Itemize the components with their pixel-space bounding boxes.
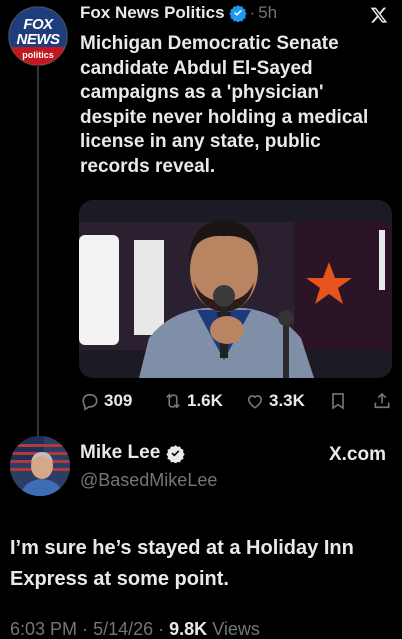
fox-logo-subtext: politics	[9, 47, 67, 65]
like-button[interactable]: 3.3K	[245, 391, 305, 411]
heart-icon	[247, 395, 263, 409]
reply-button[interactable]: 309	[80, 391, 132, 411]
tweet-photo[interactable]	[79, 200, 392, 378]
repost-count: 1.6K	[187, 391, 223, 410]
views-label: Views	[212, 619, 260, 639]
quoted-tweet-header: Fox News Politics · 5h	[80, 4, 277, 22]
user-handle[interactable]: @BasedMikeLee	[80, 470, 217, 491]
fox-news-avatar[interactable]: FOX NEWS politics	[8, 6, 68, 66]
xcom-label: X.com	[328, 444, 386, 465]
display-name[interactable]: Mike Lee	[80, 442, 185, 464]
tweet-date[interactable]: 5/14/26	[93, 619, 153, 639]
bookmark-button[interactable]	[328, 391, 352, 411]
tweet-meta: 6:03 PM · 5/14/26 · 9.8K Views	[10, 619, 260, 639]
repost-button[interactable]: 1.6K	[163, 391, 223, 411]
reply-icon	[82, 393, 98, 411]
views-count: 9.8K	[169, 619, 208, 639]
fox-logo-text: FOX NEWS	[9, 7, 67, 47]
like-count: 3.3K	[269, 391, 305, 410]
meta-separator: ·	[82, 619, 94, 639]
verified-badge-icon	[166, 444, 185, 463]
tweet-time[interactable]: 6:03 PM	[10, 619, 77, 639]
quoted-tweet[interactable]: FOX NEWS politics Fox News Politics · 5h…	[0, 0, 402, 436]
thread-line	[37, 64, 39, 436]
quoted-tweet-text: Michigan Democratic Senate candidate Abd…	[80, 33, 369, 177]
candidate-photo-illustration	[79, 200, 392, 378]
bookmark-icon	[332, 393, 344, 410]
x-logo-icon	[370, 7, 388, 23]
avatar-photo	[10, 436, 70, 496]
display-name-text: Mike Lee	[80, 442, 161, 463]
meta-separator: ·	[158, 619, 170, 639]
share-button[interactable]	[372, 391, 396, 411]
share-icon	[374, 392, 390, 409]
header-separator: ·	[249, 4, 256, 22]
reply-count: 309	[104, 391, 133, 410]
repost-icon	[166, 393, 180, 409]
account-name[interactable]: Fox News Politics	[80, 4, 225, 22]
tweet-text: I’m sure he’s stayed at a Holiday Inn Ex…	[10, 537, 354, 590]
tweet-time[interactable]: 5h	[258, 4, 277, 22]
quoted-tweet-actions: 309 1.6K 3.3K	[80, 388, 392, 414]
verified-badge-icon	[228, 5, 247, 22]
mike-lee-avatar[interactable]	[10, 436, 70, 496]
